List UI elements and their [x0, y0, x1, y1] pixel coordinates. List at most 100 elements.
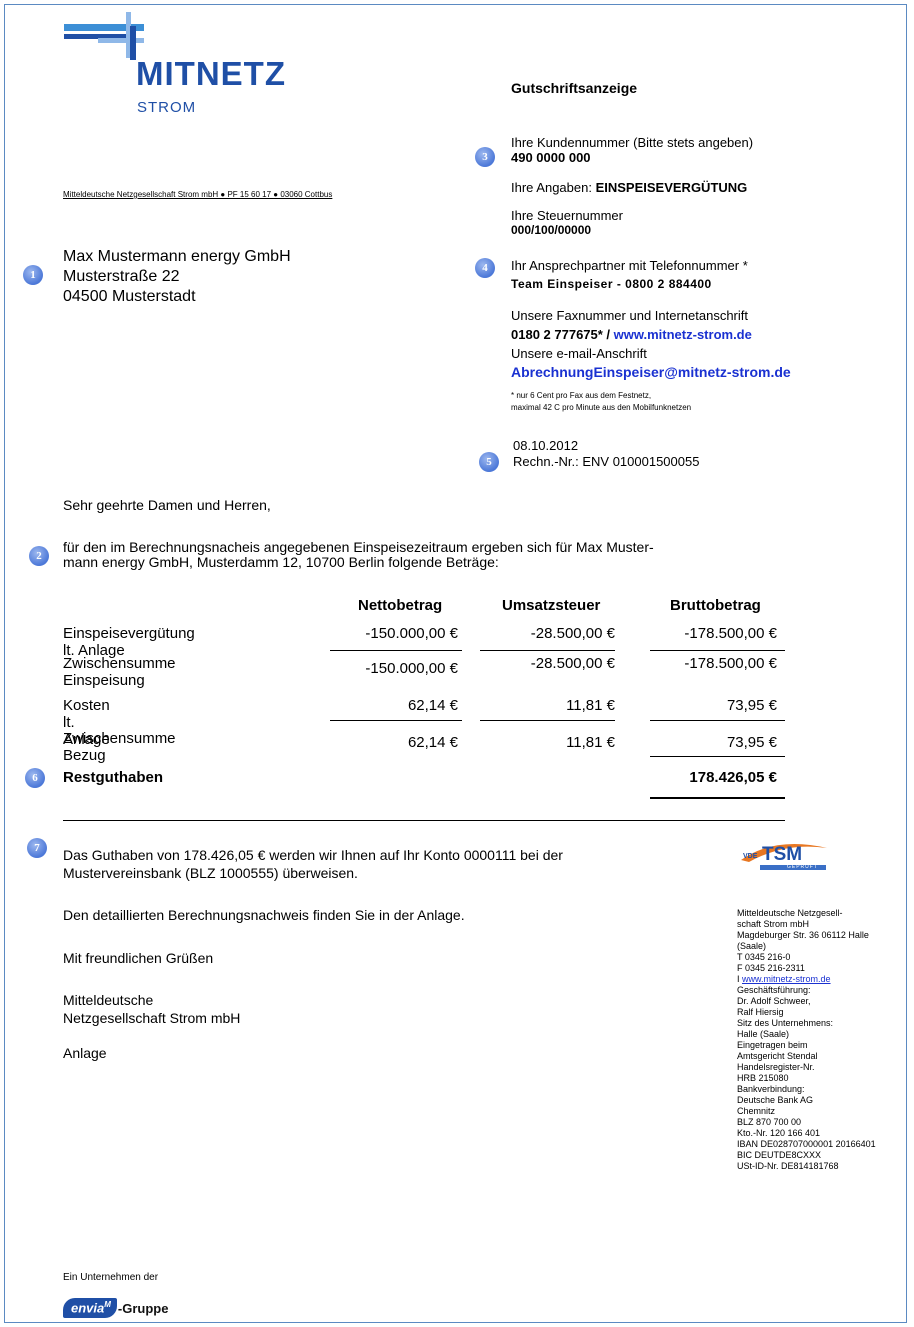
divider — [330, 720, 462, 721]
envia-group-logo: enviaM -Gruppe — [63, 1295, 168, 1321]
divider — [650, 720, 785, 721]
company-address: Magdeburger Str. 36 06112 Halle (Saale) — [737, 930, 902, 952]
table-row-label: Zwischensumme Bezug — [63, 730, 176, 764]
table-row-label: Einspeisevergütung lt. Anlage — [63, 625, 195, 659]
fax-web-line: 0180 2 777675* / www.mitnetz-strom.de — [511, 325, 791, 344]
company-fax: F 0345 216-2311 — [737, 963, 805, 973]
fax-label: Unsere Faxnummer und Internetanschrift — [511, 308, 748, 323]
divider — [480, 720, 615, 721]
company-name-1: Mitteldeutsche Netzgesell- — [737, 908, 843, 918]
divider — [650, 650, 785, 651]
contact-label: Ihr Ansprechpartner mit Telefonnummer * — [511, 258, 748, 273]
document-date: 08.10.2012 — [513, 438, 579, 453]
company-web-link[interactable]: www.mitnetz-strom.de — [742, 974, 831, 984]
logo-name: MITNETZ — [136, 55, 286, 92]
table-cell: -178.500,00 € — [684, 625, 777, 642]
intro-line-1: für den im Berechnungsnacheis angegebene… — [63, 539, 654, 555]
mitnetz-logo: MITNETZ STROM — [60, 12, 320, 122]
company-name: Mitteldeutsche Netzgesell- schaft Strom … — [737, 908, 902, 930]
bank-2: Chemnitz — [737, 1106, 776, 1116]
badge-7: 7 — [27, 838, 47, 858]
badge-1: 1 — [23, 265, 43, 285]
bank-4: Kto.-Nr. 120 166 401 — [737, 1128, 821, 1138]
company-tel: T 0345 216-0 — [737, 952, 791, 962]
seat-4: Handelsregister-Nr. — [737, 1062, 815, 1072]
tsm-vde: VDE — [743, 853, 758, 860]
header-netto: Nettobetrag — [358, 597, 443, 614]
envia-badge: enviaM — [63, 1297, 117, 1319]
bank-label: Bankverbindung: — [737, 1084, 805, 1094]
table-cell: -28.500,00 € — [530, 655, 615, 672]
company-contact: T 0345 216-0 F 0345 216-2311 I www.mitne… — [737, 952, 902, 985]
bank-1: Deutsche Bank AG — [737, 1095, 814, 1105]
invoice-number: Rechn.-Nr.: ENV 010001500055 — [513, 454, 700, 469]
table-cell: -150.000,00 € — [365, 660, 458, 677]
tax-number-block: Ihre Steuernummer 000/100/00000 — [511, 208, 623, 238]
date-invoice-block: 08.10.2012 Rechn.-Nr.: ENV 010001500055 — [513, 438, 699, 470]
seat-2: Eingetragen beim — [737, 1040, 808, 1050]
badge-6: 6 — [25, 768, 45, 788]
company-of-label: Ein Unternehmen der — [63, 1272, 159, 1283]
badge-5: 5 — [479, 452, 499, 472]
intro-text: für den im Berechnungsnacheis angegebene… — [63, 540, 654, 570]
cost-note-2: maximal 42 C pro Minute aus den Mobilfun… — [511, 403, 692, 412]
company-seat: Sitz des Unternehmens: Halle (Saale) Ein… — [737, 1018, 902, 1084]
management-2: Ralf Hiersig — [737, 1007, 784, 1017]
seat-3: Amtsgericht Stendal — [737, 1051, 818, 1061]
seat-1: Halle (Saale) — [737, 1029, 790, 1039]
customer-number-label: Ihre Kundennummer (Bitte stets angeben) — [511, 135, 754, 150]
recipient-name: Max Mustermann energy GmbH — [63, 248, 291, 265]
closing: Mit freundlichen Grüßen — [63, 950, 214, 966]
recipient-address: Max Mustermann energy GmbH Musterstraße … — [63, 247, 291, 307]
payment-line-1: Das Guthaben von 178.426,05 € werden wir… — [63, 847, 563, 863]
tsm-geprueft: GEPRÜFT — [787, 864, 818, 870]
website-link[interactable]: www.mitnetz-strom.de — [614, 327, 752, 342]
cost-note-1: * nur 6 Cent pro Fax aus dem Festnetz, — [511, 391, 652, 400]
header-ust: Umsatzsteuer — [502, 597, 601, 614]
table-cell: -150.000,00 € — [365, 625, 458, 642]
attachment-note: Den detaillierten Berechnungsnachweis fi… — [63, 907, 465, 923]
vat-id: USt-ID-Nr. DE814181768 — [737, 1161, 839, 1171]
bank-details: Bankverbindung: Deutsche Bank AG Chemnit… — [737, 1084, 902, 1161]
signature-line-2: Netzgesellschaft Strom mbH — [63, 1010, 241, 1026]
document-title: Gutschriftsanzeige — [511, 80, 638, 96]
tsm-label: TSM — [762, 844, 803, 865]
logo-subtitle: STROM — [137, 99, 197, 116]
envia-name: envia — [71, 1300, 105, 1316]
badge-4: 4 — [475, 258, 495, 278]
email-link[interactable]: AbrechnungEinspeiser@mitnetz-strom.de — [511, 363, 791, 382]
tax-number-label: Ihre Steuernummer — [511, 208, 623, 223]
table-cell: 11,81 € — [566, 734, 615, 751]
header-brutto: Bruttobetrag — [670, 597, 761, 614]
management-1: Dr. Adolf Schweer, — [737, 996, 811, 1006]
envia-sup: M — [104, 1299, 111, 1309]
bank-3: BLZ 870 700 00 — [737, 1117, 802, 1127]
intro-line-2: mann energy GmbH, Musterdamm 12, 10700 B… — [63, 554, 499, 570]
anlage-label: Anlage — [63, 1045, 107, 1061]
payment-line-2: Mustervereinsbank (BLZ 1000555) überweis… — [63, 865, 358, 881]
payment-text: Das Guthaben von 178.426,05 € werden wir… — [63, 846, 563, 882]
bank-6: BIC DEUTDE8CXXX — [737, 1150, 822, 1160]
seat-5: HRB 215080 — [737, 1073, 789, 1083]
recipient-street: Musterstraße 22 — [63, 268, 180, 285]
bank-5: IBAN DE028707000001 20166401 — [737, 1139, 876, 1149]
table-cell: 73,95 € — [726, 697, 777, 714]
company-address-1: Magdeburger Str. 36 06112 Halle — [737, 930, 869, 940]
divider — [480, 650, 615, 651]
greeting: Sehr geehrte Damen und Herren, — [63, 497, 271, 513]
table-cell: 62,14 € — [407, 697, 458, 714]
contact-block: Ihr Ansprechpartner mit Telefonnummer * … — [511, 256, 748, 294]
signature-line-1: Mitteldeutsche — [63, 992, 154, 1008]
table-cell: -178.500,00 € — [684, 655, 777, 672]
total-label: Restguthaben — [63, 769, 164, 786]
divider — [330, 650, 462, 651]
tax-number: 000/100/00000 — [511, 223, 592, 237]
divider — [650, 756, 785, 757]
total-value: 178.426,05 € — [689, 769, 777, 786]
total-underline — [650, 797, 785, 799]
fax-web-block: Unsere Faxnummer und Internetanschrift 0… — [511, 306, 791, 382]
table-cell: 62,14 € — [407, 734, 458, 751]
company-address-2: (Saale) — [737, 941, 767, 951]
company-web-line: I www.mitnetz-strom.de — [737, 974, 902, 985]
angaben-label: Ihre Angaben: — [511, 180, 596, 195]
